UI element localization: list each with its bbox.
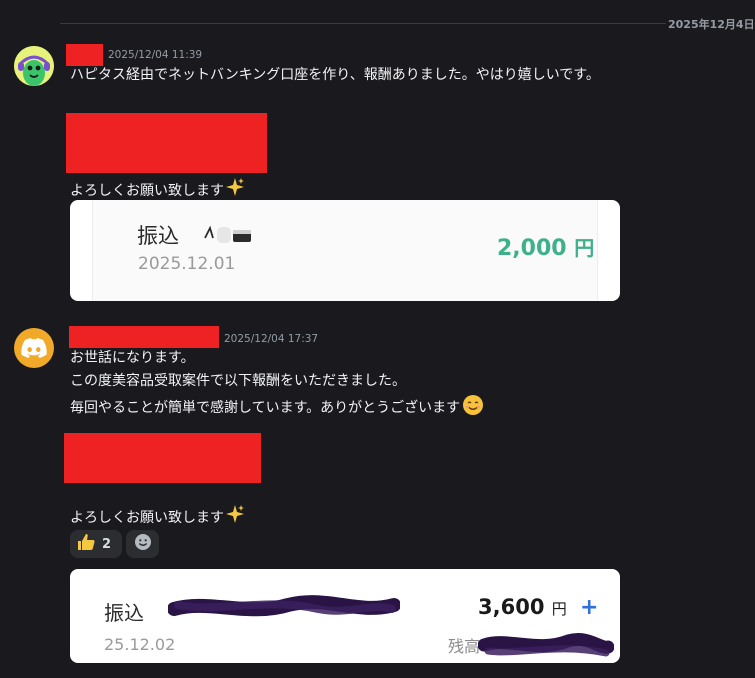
user-avatar[interactable] bbox=[14, 328, 54, 368]
amount-value: 2,000 bbox=[497, 236, 567, 261]
message-text: 毎回やることが簡単で感謝しています。ありがとうございます bbox=[70, 394, 484, 422]
reaction-thumbs-up[interactable]: 2 bbox=[70, 530, 122, 558]
date-divider-line bbox=[60, 23, 666, 24]
bank-transfer-card[interactable]: 振込 3,600 円 + 25.12.02 残高 bbox=[70, 569, 620, 663]
date-divider: 2025年12月4日 bbox=[668, 18, 755, 31]
currency-label: 円 bbox=[551, 600, 567, 618]
scribbled-sender-name bbox=[167, 591, 401, 627]
smiling-face-icon bbox=[462, 394, 484, 422]
redacted-block bbox=[64, 433, 261, 483]
transfer-label: 振込 bbox=[137, 224, 179, 248]
chat-view: 2025年12月4日 2025/12/04 11:39 ハピタス経由でネットバン… bbox=[0, 0, 755, 678]
redacted-username bbox=[66, 44, 103, 66]
closing-text: よろしくお願い致します bbox=[70, 183, 224, 199]
card-panel: 振込 2025.12.01 2,000 円 bbox=[92, 200, 598, 301]
thumbs-up-icon bbox=[76, 532, 96, 556]
blurred-sender-name bbox=[203, 224, 253, 250]
plus-icon: + bbox=[580, 595, 599, 620]
mascot-avatar-icon bbox=[14, 46, 54, 86]
transfer-amount: 2,000 円 bbox=[497, 232, 594, 261]
balance-label: 残高 bbox=[448, 637, 481, 656]
scribbled-balance bbox=[477, 629, 615, 663]
message-text: お世話になります。 bbox=[70, 350, 195, 366]
transfer-amount: 3,600 円 bbox=[478, 595, 567, 619]
discord-logo-icon bbox=[21, 338, 47, 358]
add-reaction-icon bbox=[134, 533, 152, 555]
message-timestamp: 2025/12/04 17:37 bbox=[224, 333, 319, 345]
currency-label: 円 bbox=[574, 236, 595, 260]
bank-transfer-card[interactable]: 振込 2025.12.01 2,000 円 bbox=[70, 200, 620, 301]
transfer-label: 振込 bbox=[104, 601, 144, 625]
add-reaction-button[interactable] bbox=[126, 530, 159, 558]
redacted-block bbox=[66, 113, 267, 173]
user-avatar[interactable] bbox=[14, 46, 54, 86]
message-text: この度美容品受取案件で以下報酬をいただきました。 bbox=[70, 373, 406, 389]
message-text: ハピタス経由でネットバンキング口座を作り、報酬ありました。やはり嬉しいです。 bbox=[70, 67, 600, 83]
reaction-count: 2 bbox=[102, 536, 112, 552]
message-timestamp: 2025/12/04 11:39 bbox=[108, 49, 203, 61]
message-closing: よろしくお願い致します bbox=[70, 504, 245, 530]
message-text-content: 毎回やることが簡単で感謝しています。ありがとうございます bbox=[70, 400, 461, 416]
sparkles-icon bbox=[225, 504, 245, 530]
transfer-date: 2025.12.01 bbox=[138, 254, 236, 274]
transfer-date: 25.12.02 bbox=[104, 635, 176, 654]
redacted-username bbox=[69, 326, 219, 348]
closing-text: よろしくお願い致します bbox=[70, 510, 224, 526]
amount-value: 3,600 bbox=[478, 595, 545, 619]
